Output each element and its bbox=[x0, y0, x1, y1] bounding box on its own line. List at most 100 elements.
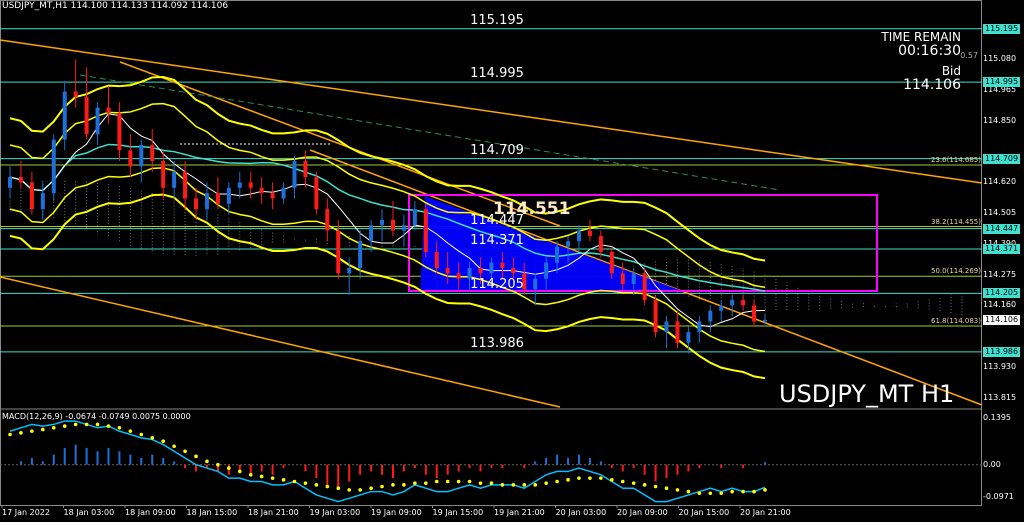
time-remain-label: TIME REMAIN bbox=[881, 30, 961, 44]
price-axis-tick: 114.505 bbox=[983, 208, 1017, 218]
macd-signal-dot bbox=[314, 483, 319, 487]
candle-body bbox=[708, 310, 713, 322]
macd-signal-dot bbox=[730, 489, 734, 494]
candle-body bbox=[412, 209, 417, 226]
candle-body bbox=[259, 187, 264, 194]
candle-body bbox=[204, 193, 209, 210]
macd-axis-tick: 0.1395 bbox=[983, 412, 1011, 422]
time-axis-tick: 19 Jan 15:00 bbox=[432, 508, 484, 517]
candle-body bbox=[380, 219, 385, 226]
candle-body bbox=[478, 267, 483, 274]
macd-signal-dot bbox=[325, 484, 330, 489]
price-axis-marker: 113.986 bbox=[983, 346, 1021, 357]
level-label: 114.447 bbox=[470, 212, 524, 228]
candle-body bbox=[314, 177, 319, 210]
candle-body bbox=[631, 273, 636, 285]
time-remain-value: 00:16:30 bbox=[898, 43, 961, 59]
candle-body bbox=[73, 91, 78, 97]
price-axis-marker: 115.195 bbox=[983, 23, 1021, 34]
price-axis-marker: 114.371 bbox=[983, 243, 1021, 254]
moving-average-slow bbox=[9, 143, 766, 292]
candle-body bbox=[533, 278, 538, 290]
symbol-watermark: USDJPY_MT H1 bbox=[779, 380, 955, 408]
candle-body bbox=[511, 267, 516, 274]
macd-signal-dot bbox=[84, 422, 89, 427]
macd-signal-dot bbox=[194, 454, 198, 459]
candle-body bbox=[62, 91, 67, 140]
candle-body bbox=[303, 161, 308, 178]
time-axis-tick: 20 Jan 03:00 bbox=[555, 508, 607, 517]
macd-signal-dot bbox=[8, 432, 12, 437]
level-label: 114.371 bbox=[470, 232, 524, 248]
time-axis-tick: 18 Jan 09:00 bbox=[125, 508, 176, 517]
candle-body bbox=[95, 107, 100, 135]
behind-value: 0.57 bbox=[960, 51, 978, 60]
candle-body bbox=[117, 112, 122, 151]
time-axis-tick: 18 Jan 03:00 bbox=[63, 508, 115, 517]
level-label: 115.195 bbox=[470, 12, 524, 28]
candle-body bbox=[292, 161, 297, 188]
macd-signal-dot bbox=[106, 424, 111, 428]
macd-signal-dot bbox=[62, 424, 67, 428]
macd-axis-tick: 0.00 bbox=[983, 459, 1001, 469]
macd-signal-dot bbox=[445, 479, 450, 484]
candle-body bbox=[544, 262, 549, 279]
macd-signal-dot bbox=[588, 476, 592, 480]
macd-signal-dot bbox=[631, 481, 636, 485]
macd-signal-dot bbox=[489, 481, 494, 485]
macd-signal-dot bbox=[30, 429, 34, 433]
candle-body bbox=[369, 225, 374, 242]
macd-signal-dot bbox=[402, 483, 406, 487]
candle-body bbox=[763, 319, 767, 322]
macd-signal-dot bbox=[511, 483, 516, 487]
macd-signal-dot bbox=[763, 488, 767, 492]
bid-label: Bid bbox=[941, 64, 961, 78]
macd-signal-dot bbox=[128, 429, 133, 433]
candle-body bbox=[741, 300, 746, 306]
macd-signal-dot bbox=[391, 483, 395, 487]
candle-body bbox=[401, 225, 406, 231]
macd-signal-dot bbox=[708, 491, 713, 496]
macd-signal-dot bbox=[270, 476, 275, 480]
time-axis-tick: 18 Jan 15:00 bbox=[186, 508, 238, 517]
macd-signal-dot bbox=[281, 478, 286, 482]
candle-body bbox=[8, 177, 12, 188]
macd-signal-dot bbox=[172, 444, 176, 449]
macd-signal-dot bbox=[73, 422, 78, 427]
time-axis-tick: 20 Jan 21:00 bbox=[740, 508, 791, 517]
price-axis-marker: 114.106 bbox=[983, 314, 1021, 325]
candle-body bbox=[489, 262, 494, 274]
price-axis-tick: 114.620 bbox=[983, 177, 1017, 187]
macd-signal-dot bbox=[19, 431, 23, 435]
candle-body bbox=[566, 241, 571, 247]
price-axis-tick: 114.850 bbox=[983, 115, 1017, 125]
fib-label: 23.6(114.685) bbox=[931, 156, 981, 165]
macd-signal-dot bbox=[741, 489, 745, 494]
macd-signal-dot bbox=[467, 479, 472, 484]
candle-body bbox=[347, 267, 352, 274]
macd-signal-dot bbox=[610, 478, 614, 482]
candle-body bbox=[555, 246, 560, 263]
price-axis-tick: 114.160 bbox=[983, 300, 1017, 310]
candle-body bbox=[697, 321, 702, 333]
candle-body bbox=[456, 273, 461, 279]
candle-body bbox=[719, 305, 724, 311]
macd-signal-dot bbox=[599, 476, 603, 480]
macd-signal-dot bbox=[95, 422, 100, 427]
time-axis-tick: 17 Jan 2022 bbox=[2, 508, 50, 517]
candle-body bbox=[500, 262, 505, 268]
candle-body bbox=[40, 193, 45, 210]
macd-signal-dot bbox=[347, 488, 352, 492]
level-label: 113.986 bbox=[470, 335, 524, 351]
candle-body bbox=[730, 300, 735, 306]
macd-signal-dot bbox=[161, 439, 165, 444]
macd-signal-dot bbox=[150, 436, 155, 440]
macd-signal-dot bbox=[369, 486, 373, 491]
macd-signal-dot bbox=[51, 425, 56, 430]
macd-signal-dot bbox=[413, 481, 417, 485]
macd-signal-dot bbox=[675, 488, 680, 492]
macd-signal-dot bbox=[117, 425, 122, 430]
time-axis-tick: 18 Jan 21:00 bbox=[248, 508, 299, 517]
macd-signal-dot bbox=[555, 479, 559, 484]
macd-signal-dot bbox=[205, 459, 209, 464]
